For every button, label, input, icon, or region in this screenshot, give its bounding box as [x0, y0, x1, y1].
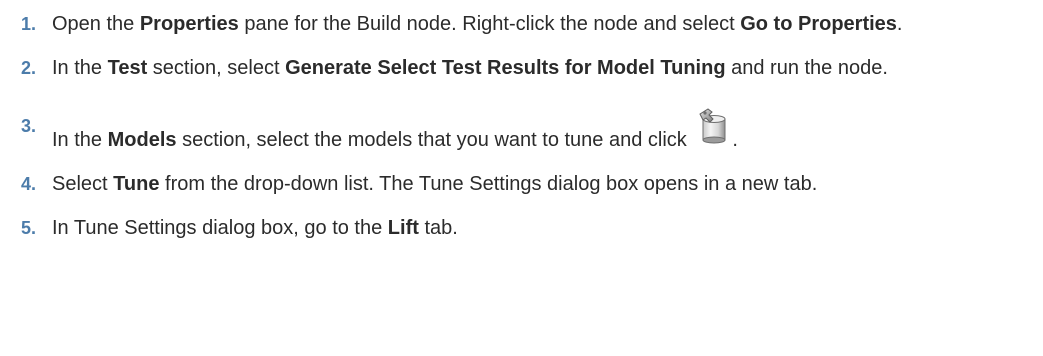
- ui-term-models: Models: [107, 129, 177, 151]
- step-text: In Tune Settings dialog box, go to the L…: [52, 217, 458, 239]
- step-2: 2. In the Test section, select Generate …: [0, 54, 1043, 82]
- step-number: 2.: [21, 58, 37, 78]
- step-text: In the Test section, select Generate Sel…: [52, 57, 888, 79]
- step-number: 1.: [21, 14, 37, 34]
- step-5: 5. In Tune Settings dialog box, go to th…: [0, 214, 1043, 242]
- tune-model-icon: [694, 106, 732, 144]
- step-text: In the Models section, select the models…: [52, 108, 738, 151]
- ui-term-generate-select-test-results: Generate Select Test Results for Model T…: [285, 57, 726, 79]
- ui-term-test: Test: [107, 57, 148, 79]
- step-number: 5.: [21, 218, 37, 238]
- step-number: 3.: [21, 116, 37, 136]
- step-1: 1. Open the Properties pane for the Buil…: [0, 10, 1043, 38]
- ui-term-go-to-properties: Go to Properties: [740, 13, 897, 35]
- step-4: 4. Select Tune from the drop-down list. …: [0, 170, 1043, 198]
- step-3: 3. In the Models section, select the mod…: [0, 108, 1043, 154]
- step-text: Open the Properties pane for the Build n…: [52, 13, 903, 35]
- procedure-steps-list: 1. Open the Properties pane for the Buil…: [0, 0, 1043, 242]
- ui-term-properties: Properties: [139, 13, 239, 35]
- step-number: 4.: [21, 174, 37, 194]
- step-text: Select Tune from the drop-down list. The…: [52, 173, 818, 195]
- ui-term-tune: Tune: [113, 173, 160, 195]
- ui-term-lift: Lift: [387, 217, 419, 239]
